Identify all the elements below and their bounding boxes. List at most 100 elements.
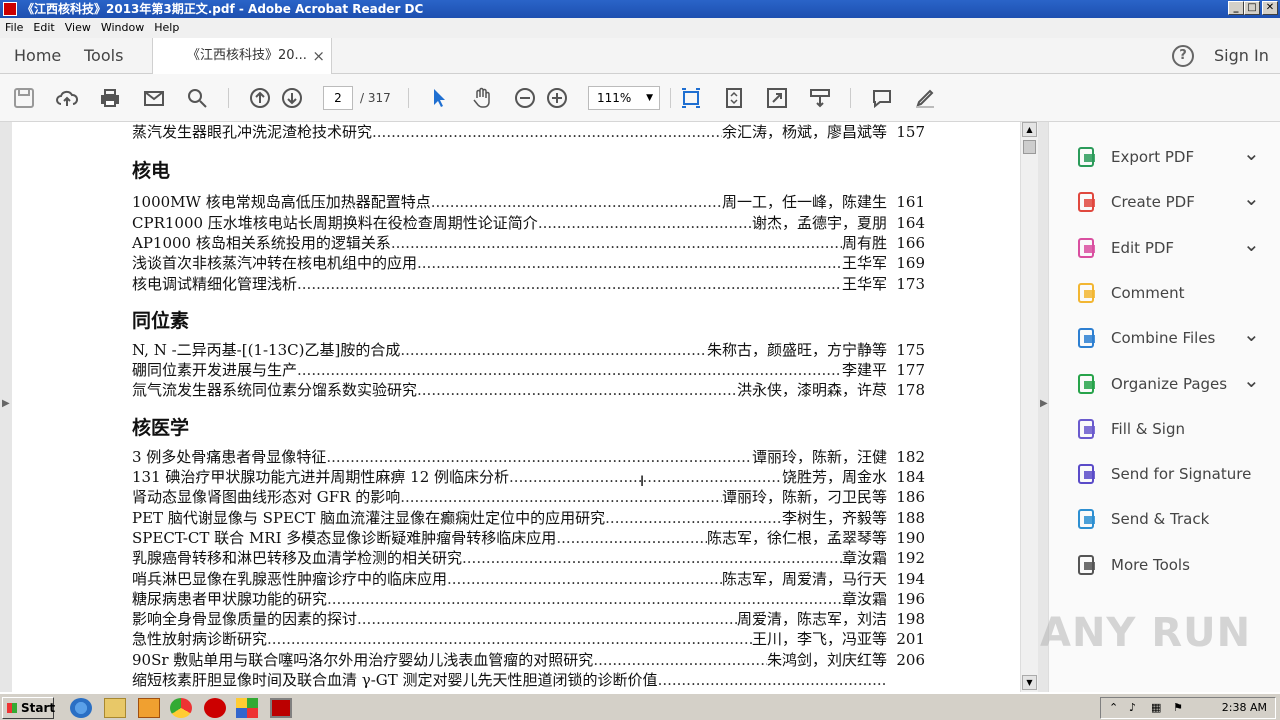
entry-page: 206 <box>896 650 925 669</box>
section-heading: 同位素 <box>132 309 190 332</box>
scroll-thumb[interactable] <box>1023 140 1036 154</box>
entry-title: 131 碘治疗甲状腺功能亢进并周期性麻痹 12 例临床分析 <box>132 468 510 486</box>
save-icon[interactable] <box>12 86 36 110</box>
previous-page-icon[interactable] <box>248 86 272 110</box>
toc-entry[interactable]: 浅谈首次非核蒸汽冲转在核电机组中的应用 王华军 169 <box>132 253 925 273</box>
fit-page-icon[interactable] <box>679 86 703 110</box>
toc-entry[interactable]: 3 例多处骨痛患者骨显像特征 谭丽玲，陈新，汪健 182 <box>132 447 925 467</box>
entry-page: 198 <box>896 610 925 629</box>
zoom-in-icon[interactable] <box>545 86 569 110</box>
hand-tool-icon[interactable] <box>470 86 494 110</box>
flag-icon[interactable]: ⚑ <box>1173 698 1183 718</box>
sign-in-link[interactable]: Sign In <box>1214 38 1269 74</box>
acrobat-taskbar-icon[interactable] <box>270 698 292 718</box>
document-viewport[interactable]: 蒸汽发生器眼孔冲洗泥渣枪技术研究 余汇涛，杨斌，廖昌斌等 157 核电 1000MW 核… <box>0 122 1048 692</box>
toc-entry[interactable]: PET 脑代谢显像与 SPECT 脑血流灌注显像在癫痫灶定位中的应用研究 李树生，… <box>132 508 925 528</box>
scroll-up-icon[interactable]: ▲ <box>1022 122 1037 137</box>
tool-combine-files[interactable]: Combine Files ⌄ <box>1075 323 1275 353</box>
tool-organize-pages[interactable]: Organize Pages ⌄ <box>1075 369 1275 399</box>
section-heading: 核医学 <box>132 416 190 439</box>
entry-page: 184 <box>896 468 925 486</box>
tool-send-for-signature[interactable]: Send for Signature <box>1075 459 1275 489</box>
tray-arrow-icon[interactable]: ⌃ <box>1109 698 1118 718</box>
menu-window[interactable]: Window <box>96 18 149 38</box>
collapse-left-pane-icon[interactable]: ▶ <box>2 398 10 409</box>
select-cursor-icon[interactable] <box>427 86 451 110</box>
toc-entry[interactable]: 硼同位素开发进展与生产 李建平 177 <box>132 360 925 380</box>
menu-help[interactable]: Help <box>149 18 184 38</box>
tool-more-tools[interactable]: More Tools <box>1075 550 1275 580</box>
start-button[interactable]: Start <box>2 697 55 719</box>
tool-export-pdf[interactable]: Export PDF ⌄ <box>1075 142 1275 172</box>
toc-entry[interactable]: N, N -二异丙基-[(1-13C)乙基]胺的合成 朱称古，颜盛旺，方宁静等 17… <box>132 340 925 360</box>
scrolling-mode-icon[interactable] <box>808 86 832 110</box>
media-player-icon[interactable] <box>138 698 160 718</box>
maximize-button[interactable]: □ <box>1244 1 1260 15</box>
toc-entry[interactable]: AP1000 核岛相关系统投用的逻辑关系 周有胜 166 <box>132 233 925 253</box>
organize-pages-icon <box>1075 372 1099 396</box>
entry-page: 169 <box>896 254 925 273</box>
toc-entry[interactable]: 哨兵淋巴显像在乳腺恶性肿瘤诊疗中的临床应用 陈志军，周爱清，马行天 194 <box>132 569 925 589</box>
more-tools-icon <box>1075 553 1099 577</box>
toc-entry[interactable]: SPECT-CT 联合 MRI 多模态显像诊断疑难肿瘤骨转移临床应用 陈志军，徐仁… <box>132 528 925 548</box>
comment-tool-icon[interactable] <box>870 86 894 110</box>
network-icon[interactable]: ▦ <box>1151 698 1161 718</box>
tool-edit-pdf[interactable]: Edit PDF ⌄ <box>1075 233 1275 263</box>
toc-entry[interactable]: 蒸汽发生器眼孔冲洗泥渣枪技术研究 余汇涛，杨斌，廖昌斌等 157 <box>132 122 925 142</box>
chevron-down-icon[interactable]: ⌄ <box>1243 187 1260 209</box>
explorer-folder-icon[interactable] <box>104 698 126 718</box>
volume-icon[interactable]: ♪ <box>1129 698 1136 718</box>
chrome-icon[interactable] <box>170 698 192 718</box>
toc-entry[interactable]: 糖尿病患者甲状腺功能的研究 章汝霜 196 <box>132 589 925 609</box>
chevron-down-icon[interactable]: ⌄ <box>1243 323 1260 345</box>
tab-home[interactable]: Home <box>14 38 61 74</box>
tool-send-track[interactable]: Send & Track <box>1075 504 1275 534</box>
help-icon[interactable]: ? <box>1172 45 1194 67</box>
full-screen-icon[interactable] <box>765 86 789 110</box>
rotate-view-icon[interactable] <box>722 86 746 110</box>
ie-icon[interactable] <box>70 698 92 718</box>
toc-entry[interactable]: 缩短核素肝胆显像时间及联合血清 γ-GT 测定对婴儿先天性胆道闭锁的诊断价值 <box>132 670 925 690</box>
scroll-down-icon[interactable]: ▼ <box>1022 675 1037 690</box>
menu-view[interactable]: View <box>60 18 96 38</box>
tab-tools[interactable]: Tools <box>84 38 123 74</box>
zoom-out-icon[interactable] <box>513 86 537 110</box>
menu-edit[interactable]: Edit <box>28 18 59 38</box>
tool-comment[interactable]: Comment <box>1075 278 1275 308</box>
leader-dots <box>326 447 752 467</box>
close-button[interactable]: ✕ <box>1262 1 1278 15</box>
zoom-select[interactable]: 111% ▼ <box>588 86 660 110</box>
chevron-down-icon[interactable]: ⌄ <box>1243 369 1260 391</box>
app-grid-icon[interactable] <box>236 698 258 718</box>
tool-fill-sign[interactable]: Fill & Sign <box>1075 414 1275 444</box>
entry-title: 急性放射病诊断研究 <box>132 630 268 649</box>
toc-entry[interactable]: 影响全身骨显像质量的因素的探讨 周爱清，陈志军，刘洁 198 <box>132 609 925 629</box>
search-icon[interactable] <box>185 86 209 110</box>
toc-entry[interactable]: 乳腺癌骨转移和淋巴转移及血清学检测的相关研究 章汝霜 192 <box>132 548 925 568</box>
highlight-pen-icon[interactable] <box>913 86 937 110</box>
collapse-right-pane-icon[interactable]: ▶ <box>1040 398 1048 409</box>
print-icon[interactable] <box>98 86 122 110</box>
next-page-icon[interactable] <box>280 86 304 110</box>
tab-document[interactable]: 《江西核科技》20... × <box>152 38 332 75</box>
tool-create-pdf[interactable]: Create PDF ⌄ <box>1075 187 1275 217</box>
toc-entry[interactable]: 急性放射病诊断研究 王川，李飞，冯亚等 201 <box>132 629 925 649</box>
page-number-input[interactable]: 2 <box>323 86 353 110</box>
toc-entry[interactable]: 氚气流发生器系统同位素分馏系数实验研究 洪永侠，漆明森，许荩 178 <box>132 380 925 400</box>
toc-entry[interactable]: 肾动态显像肾图曲线形态对 GFR 的影响 谭丽玲，陈新，刁卫民等 186 <box>132 487 925 507</box>
chevron-down-icon[interactable]: ⌄ <box>1243 233 1260 255</box>
vertical-scrollbar[interactable]: ▲ ▼ <box>1020 122 1038 692</box>
toc-entry[interactable]: 1000MW 核电常规岛高低压加热器配置特点 周一工，任一峰，陈建生 161 <box>132 192 925 212</box>
upload-cloud-icon[interactable] <box>55 86 79 110</box>
leader-dots <box>391 233 842 253</box>
toc-entry[interactable]: 131 碘治疗甲状腺功能亢进并周期性麻痹 12 例临床分析 饶胜芳，周金水 184 <box>132 467 925 487</box>
toc-entry[interactable]: 90Sr 敷贴单用与联合噻吗洛尔外用治疗婴幼儿浅表血管瘤的对照研究 朱鸿剑，刘庆红… <box>132 650 925 670</box>
close-tab-icon[interactable]: × <box>312 38 325 74</box>
toc-entry[interactable]: CPR1000 压水堆核电站长周期换料在役检查周期性论证简介 谢杰，孟德宇，夏朋 1… <box>132 213 925 233</box>
minimize-button[interactable]: _ <box>1228 1 1244 15</box>
opera-icon[interactable] <box>204 698 226 718</box>
toc-entry[interactable]: 核电调试精细化管理浅析 王华军 173 <box>132 274 925 294</box>
chevron-down-icon[interactable]: ⌄ <box>1243 142 1260 164</box>
email-icon[interactable] <box>142 86 166 110</box>
menu-file[interactable]: File <box>0 18 28 38</box>
